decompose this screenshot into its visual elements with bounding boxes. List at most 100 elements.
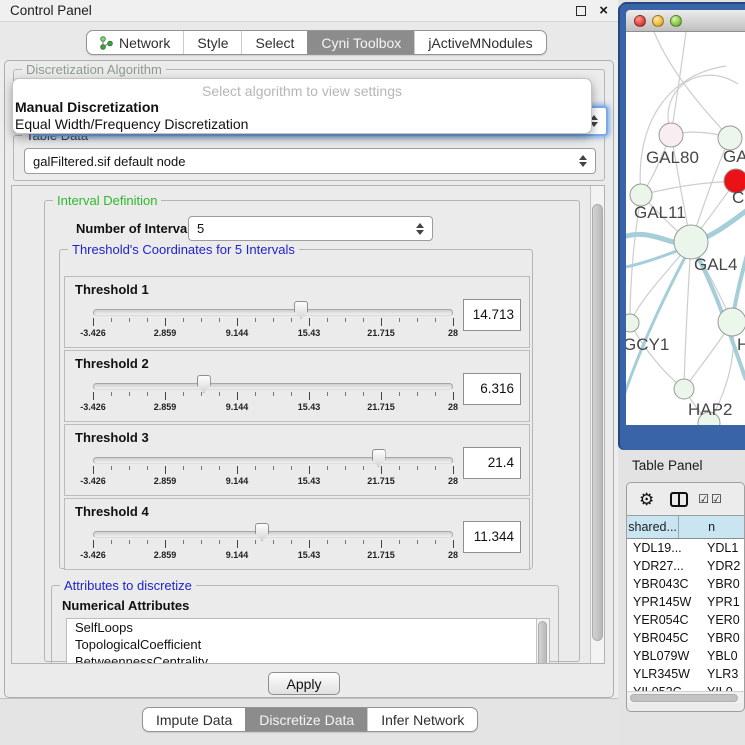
threshold-value-field[interactable]: 21.4 [463, 447, 521, 479]
table-cell-name: YPR1 [699, 595, 740, 609]
threshold-panel: Threshold 2-3.4262.8599.14415.4321.71528… [64, 350, 530, 422]
tick-mark [219, 540, 220, 544]
bottom-tab-infer-network[interactable]: Infer Network [367, 708, 477, 731]
tick-label: 9.144 [226, 402, 249, 412]
table-body: YDL19...YDL1YDR27...YDR2YBR043CYBR0YPR14… [627, 539, 744, 691]
bottom-tab-discretize-data[interactable]: Discretize Data [245, 708, 367, 731]
popup-hint: Select algorithm to view settings [13, 83, 591, 99]
table-row[interactable]: YBR043CYBR0 [627, 575, 744, 593]
top-tab-strip: NetworkStyle Select Cyni ToolboxjActiveMNo… [0, 22, 618, 60]
tick-mark [201, 466, 202, 470]
columns-icon[interactable] [670, 492, 688, 507]
slider-track[interactable] [93, 309, 453, 316]
tick-mark [255, 318, 256, 322]
slider-handle[interactable] [197, 375, 211, 393]
column-header-shared-name[interactable]: shared... [627, 516, 679, 538]
tick-mark [129, 540, 130, 544]
table-panel-window: ⚙ ☑ ☑ shared... n YDL19...YDL1YDR27...YD… [626, 482, 745, 712]
table-cell-shared-name: YBL079W [627, 649, 699, 663]
slider-handle[interactable] [294, 301, 308, 319]
float-window-icon[interactable] [576, 6, 586, 16]
table-row[interactable]: YDL19...YDL1 [627, 539, 744, 557]
network-canvas[interactable]: GAL80GACGAL11GAL4GCY1HHAP2 [626, 32, 745, 425]
tick-label: 2.859 [154, 402, 177, 412]
tick-mark [219, 392, 220, 396]
network-icon [100, 36, 113, 50]
tick-mark [309, 466, 310, 474]
tick-mark [381, 318, 382, 326]
threshold-value-field[interactable]: 11.344 [463, 521, 521, 553]
tick-label: 15.43 [298, 550, 321, 560]
table-row[interactable]: YBL079WYBL0 [627, 647, 744, 665]
threshold-slider[interactable]: -3.4262.8599.14415.4321.71528 [91, 375, 455, 419]
number-of-intervals-spinner[interactable]: 5 [188, 216, 433, 241]
apply-button[interactable]: Apply [268, 672, 340, 695]
table-row[interactable]: YER054CYER0 [627, 611, 744, 629]
threshold-slider[interactable]: -3.4262.8599.14415.4321.71528 [91, 523, 455, 567]
tick-mark [165, 540, 166, 548]
tick-mark [417, 318, 418, 322]
table-cell-shared-name: YPR145W [627, 595, 699, 609]
tick-mark [165, 318, 166, 326]
list-scrollbar-vertical[interactable] [536, 619, 549, 664]
tick-mark [93, 540, 94, 548]
tick-mark [363, 392, 364, 396]
tab-jactivemnodules[interactable]: jActiveMNodules [414, 31, 545, 54]
list-item-topologicalcoefficient[interactable]: TopologicalCoefficient [67, 636, 549, 653]
table-row[interactable]: YBR045CYBR0 [627, 629, 744, 647]
slider-handle[interactable] [372, 449, 386, 467]
network-node[interactable] [674, 379, 694, 399]
network-node[interactable] [674, 225, 708, 259]
popup-option-equal-width-frequency-discretization[interactable]: Equal Width/Frequency Discretization [13, 116, 591, 133]
slider-ticks [93, 540, 453, 549]
table-row[interactable]: YIL052CYIL0 [627, 683, 744, 691]
tick-label: 2.859 [154, 328, 177, 338]
minimize-traffic-light-icon[interactable] [652, 15, 664, 27]
combobox-arrows-icon [579, 155, 587, 167]
scrollbar-horizontal[interactable] [627, 691, 744, 703]
numerical-attributes-list[interactable]: SelfLoopsTopologicalCoefficientBetweenne… [66, 618, 550, 664]
spinner-arrows-icon [416, 223, 424, 235]
scrollbar-vertical[interactable] [590, 186, 604, 663]
table-row[interactable]: YPR145WYPR1 [627, 593, 744, 611]
checkbox-icon[interactable]: ☑ [698, 492, 709, 506]
tick-mark [435, 392, 436, 396]
tab-network[interactable]: Network [87, 31, 183, 54]
tick-label: 28 [448, 476, 458, 486]
table-row[interactable]: YLR345WYLR3 [627, 665, 744, 683]
close-traffic-light-icon[interactable] [634, 15, 646, 27]
slider-handle[interactable] [255, 523, 269, 541]
network-node[interactable] [659, 123, 683, 147]
tab-style[interactable]: Style [183, 31, 241, 54]
threshold-value-field[interactable]: 6.316 [463, 373, 521, 405]
gear-icon[interactable]: ⚙ [639, 491, 654, 508]
tick-mark [291, 318, 292, 322]
threshold-slider[interactable]: -3.4262.8599.14415.4321.71528 [91, 449, 455, 493]
column-header-name[interactable]: n [679, 516, 744, 538]
tick-mark [183, 318, 184, 322]
close-icon[interactable]: × [599, 2, 608, 20]
list-item-selfloops[interactable]: SelfLoops [67, 619, 549, 636]
slider-track[interactable] [93, 383, 453, 390]
tab-label: Select [255, 35, 294, 51]
tick-mark [291, 466, 292, 470]
table-data-combobox[interactable]: galFiltered.sif default node [24, 148, 596, 174]
slider-track[interactable] [93, 457, 453, 464]
checkbox-icon[interactable]: ☑ [711, 492, 722, 506]
tick-mark [399, 540, 400, 544]
zoom-traffic-light-icon[interactable] [670, 15, 682, 27]
tab-cyni-toolbox[interactable]: Cyni Toolbox [307, 31, 414, 54]
network-node[interactable] [626, 314, 639, 332]
popup-option-manual-discretization[interactable]: Manual Discretization [13, 99, 591, 116]
bottom-tab-impute-data[interactable]: Impute Data [143, 708, 245, 731]
network-node-label: GAL80 [646, 148, 699, 167]
thresholds-group: Threshold's Coordinates for 5 Intervals … [59, 249, 533, 569]
threshold-value-field[interactable]: 14.713 [463, 299, 521, 331]
network-node[interactable] [718, 308, 745, 336]
table-row[interactable]: YDR27...YDR2 [627, 557, 744, 575]
tab-select[interactable]: Select [241, 31, 307, 54]
threshold-slider[interactable]: -3.4262.8599.14415.4321.71528 [91, 301, 455, 345]
slider-track[interactable] [93, 531, 453, 538]
list-item-betweennesscentrality[interactable]: BetweennessCentrality [67, 653, 549, 664]
network-window-titlebar[interactable] [626, 10, 745, 32]
